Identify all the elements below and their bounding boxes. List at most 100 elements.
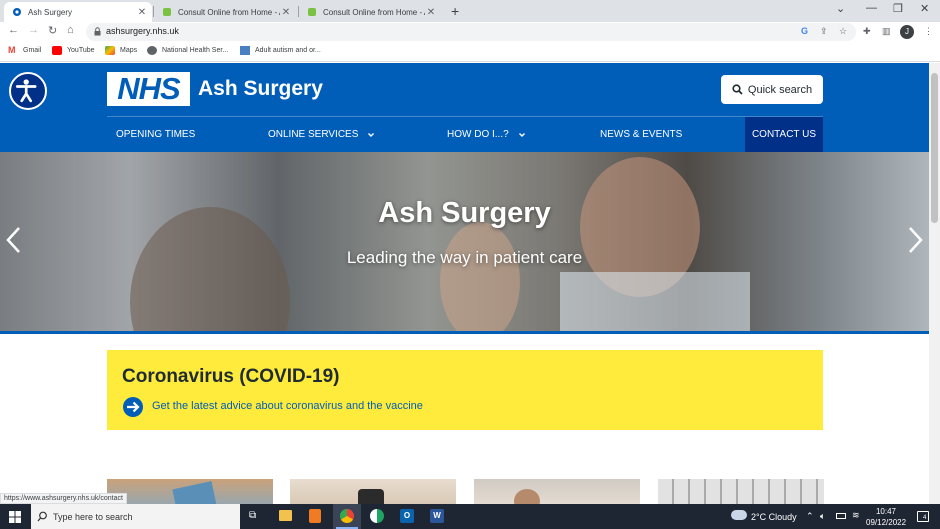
nav-contact-us[interactable]: CONTACT US [745,117,823,152]
tab-ash-surgery[interactable]: Ash Surgery ✕ [4,2,152,22]
side-panel-icon[interactable]: ▥ [882,26,891,37]
hero-carousel: Ash Surgery Leading the way in patient c… [0,152,929,331]
notifications-icon[interactable]: 4 [917,511,929,522]
nav-label: HOW DO I...? [447,129,509,140]
nav-news-events[interactable]: NEWS & EVENTS [591,117,691,152]
carousel-next-icon[interactable] [905,225,925,255]
bookmark-youtube[interactable]: YouTube [52,46,95,55]
bookmark-label: Maps [120,47,138,54]
chevron-up-icon[interactable]: ⌃ [806,511,814,522]
wifi-icon[interactable]: ≋ [852,510,860,521]
card-image[interactable] [474,479,640,504]
share-icon[interactable]: ⇪ [820,26,828,37]
tab-title: Consult Online from Home - Ash [178,7,280,17]
battery-icon[interactable] [836,513,846,519]
bookmarks-bar: M Gmail YouTube Maps National Health Ser… [0,42,940,62]
bookmark-nhs[interactable]: National Health Ser... [147,46,228,55]
card-image[interactable] [658,479,824,504]
back-icon[interactable]: ← [8,24,19,36]
quick-search-label: Quick search [747,83,813,96]
outlook-icon[interactable]: O [400,509,414,523]
taskbar: Type here to search ⧉ O W 2°C Cloudy ⌃ 🔈… [0,504,940,529]
close-window-icon[interactable]: ✕ [920,2,929,15]
reload-icon[interactable]: ↻ [48,24,57,37]
nhs-logo[interactable]: NHS [107,72,190,106]
arrow-right-circle-icon[interactable] [122,396,144,418]
weather-text[interactable]: 2°C Cloudy [751,512,797,522]
close-tab-icon[interactable]: ✕ [136,7,148,18]
web-page: NHS Ash Surgery Quick search OPENING TIM… [0,63,929,504]
windows-start-icon[interactable] [9,511,21,523]
consult-favicon-icon [308,8,316,16]
covid-advice-link[interactable]: Get the latest advice about coronavirus … [152,400,423,412]
bookmark-autism[interactable]: Adult autism and or... [240,46,321,55]
menu-icon[interactable]: ⋮ [924,26,933,37]
volume-icon[interactable]: 🔈︎ [820,511,825,522]
close-tab-icon[interactable]: ✕ [425,7,437,18]
maps-icon [105,46,115,55]
chrome-icon [340,509,354,523]
maximize-icon[interactable]: ❐ [893,2,903,15]
word-icon[interactable]: W [430,509,444,523]
card-image[interactable] [290,479,456,504]
card-image[interactable] [107,479,273,504]
hero-title: Ash Surgery [378,197,551,229]
browser-tab-strip: Ash Surgery ✕ Consult Online from Home -… [0,0,940,22]
nav-label: NEWS & EVENTS [600,129,683,140]
covid-title: Coronavirus (COVID-19) [122,366,340,387]
tab-title: Consult Online from Home - Ash [323,7,425,17]
google-icon[interactable]: G [801,26,808,36]
tab-consult-online-2[interactable]: Consult Online from Home - Ash ✕ [299,2,441,22]
tab-title: Ash Surgery [28,7,73,17]
covid-banner: Coronavirus (COVID-19) Get the latest ad… [107,350,823,430]
forward-icon[interactable]: → [28,24,39,36]
status-url-tooltip: https://www.ashsurgery.nhs.uk/contact [0,493,127,504]
task-view-icon[interactable]: ⧉ [249,510,256,521]
tab-consult-online-1[interactable]: Consult Online from Home - Ash ✕ [154,2,296,22]
quick-search-button[interactable]: Quick search [721,75,823,104]
accessibility-icon[interactable] [9,72,47,110]
lock-icon [94,27,101,36]
edge-icon[interactable] [370,509,384,523]
address-bar[interactable]: ashsurgery.nhs.uk [86,23,856,41]
extensions-icon[interactable]: ✚ [863,26,871,37]
scrollbar-thumb[interactable] [931,73,938,223]
nav-how-do-i[interactable]: HOW DO I...? [438,117,534,152]
site-icon [240,46,250,55]
bookmark-label: Gmail [23,47,42,54]
clock-time[interactable]: 10:47 [875,507,897,516]
url-text: ashsurgery.nhs.uk [106,26,179,36]
bookmark-label: Adult autism and or... [255,47,321,54]
nav-label: OPENING TIMES [116,129,196,140]
youtube-icon [52,46,62,55]
new-tab-icon[interactable]: + [451,3,459,19]
bookmark-label: National Health Ser... [162,47,229,54]
bookmark-maps[interactable]: Maps [105,46,137,55]
close-tab-icon[interactable]: ✕ [280,7,292,18]
nav-opening-times[interactable]: OPENING TIMES [107,117,204,152]
nav-online-services[interactable]: ONLINE SERVICES [259,117,383,152]
bookmark-label: YouTube [67,47,95,54]
bookmark-star-icon[interactable]: ☆ [839,26,847,37]
phone-image [172,481,218,504]
nhs-favicon-icon [13,8,21,16]
consult-favicon-icon [163,8,171,16]
globe-icon [147,46,157,55]
chrome-taskbar-item[interactable] [333,504,361,529]
cloud-icon [731,510,747,520]
notification-count: 4 [923,515,927,521]
carousel-prev-icon[interactable] [4,225,24,255]
clock-date[interactable]: 09/12/2022 [866,518,906,527]
hero-border [0,331,929,334]
bookmark-gmail[interactable]: M Gmail [8,46,41,55]
page-scrollbar[interactable] [929,63,940,504]
site-name[interactable]: Ash Surgery [198,77,323,101]
file-explorer-icon[interactable] [279,510,292,521]
app-icon[interactable] [309,509,321,523]
profile-avatar[interactable]: J [900,25,914,39]
tab-search-icon[interactable]: ⌄ [836,2,845,15]
taskbar-search-input[interactable]: Type here to search [31,504,240,529]
minimize-icon[interactable]: — [866,2,877,14]
search-icon [732,84,743,95]
home-icon[interactable]: ⌂ [67,24,74,36]
